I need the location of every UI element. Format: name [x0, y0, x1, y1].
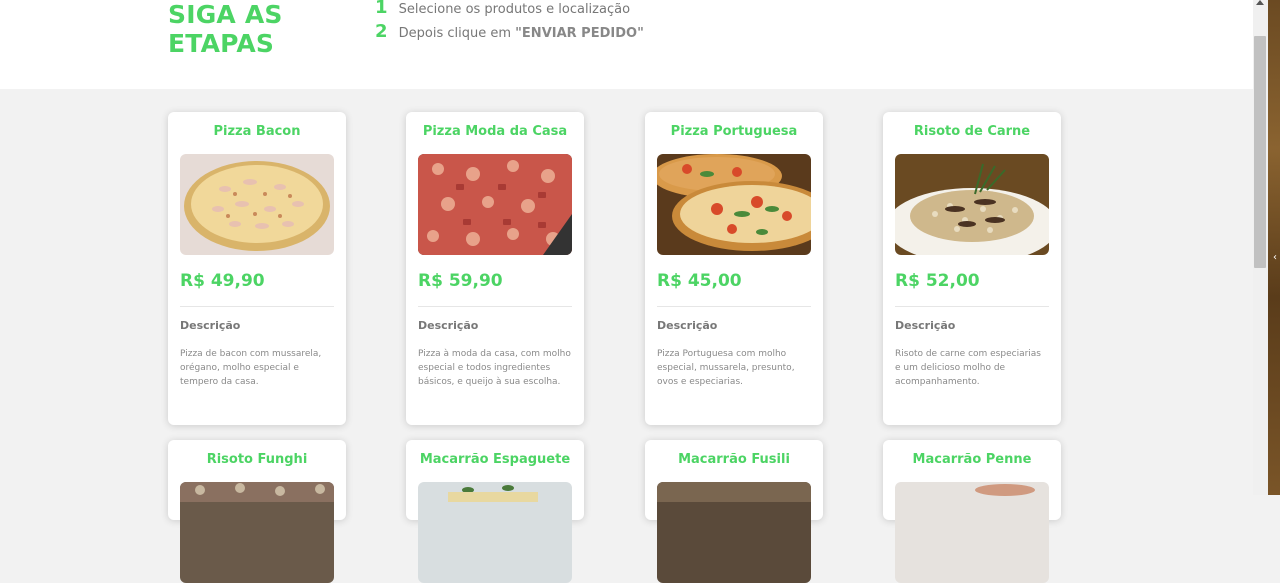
product-name: Macarrão Penne: [912, 452, 1032, 467]
product-description: Risoto de carne com especiarias e um del…: [895, 349, 1041, 387]
product-card[interactable]: Risoto Funghi: [168, 440, 346, 583]
step-1: 1 Selecione os produtos e localização: [375, 0, 630, 18]
product-description: Pizza de bacon com mussarela, orégano, m…: [180, 349, 322, 387]
product-description: Pizza à moda da casa, com molho especial…: [418, 349, 571, 387]
product-image-macarrao-espaguete: [418, 482, 572, 583]
divider: [895, 306, 1049, 307]
product-card[interactable]: Pizza Portuguesa R$ 45,00 Descrição Pizz…: [645, 112, 823, 425]
product-price: R$ 45,00: [657, 271, 742, 291]
description-label: Descrição: [180, 319, 241, 332]
product-card[interactable]: Macarrão Fusili: [645, 440, 823, 583]
product-name: Pizza Portuguesa: [670, 124, 798, 139]
scrollbar-thumb[interactable]: [1254, 36, 1266, 268]
product-card[interactable]: Pizza Bacon R$ 49,90 Descrição Pizza de …: [168, 112, 346, 425]
chevron-left-icon: ‹: [1273, 252, 1277, 263]
step-text-before: Depois clique em: [398, 26, 516, 41]
title-line-1: SIGA AS: [168, 0, 283, 29]
desktop-background-edge: [1268, 0, 1280, 495]
step-number: 1: [375, 0, 388, 18]
product-name: Risoto Funghi: [206, 452, 308, 467]
product-image-pizza-portuguesa: [657, 154, 811, 255]
step-number: 2: [375, 21, 388, 42]
product-price: R$ 52,00: [895, 271, 980, 291]
product-card[interactable]: Macarrão Penne: [883, 440, 1061, 583]
steps-header: SIGA AS ETAPAS 1 Selecione os produtos e…: [0, 0, 1253, 89]
scroll-up-arrow-icon[interactable]: [1256, 0, 1264, 5]
product-image-macarrao-penne: [895, 482, 1049, 583]
description-label: Descrição: [418, 319, 479, 332]
product-name: Macarrão Fusili: [678, 452, 790, 467]
step-text-bold: "ENVIAR PEDIDO": [515, 26, 644, 41]
description-label: Descrição: [657, 319, 718, 332]
product-image-macarrao-fusili: [657, 482, 811, 583]
product-name: Pizza Moda da Casa: [422, 124, 568, 139]
divider: [657, 306, 811, 307]
product-image-pizza-bacon: [180, 154, 334, 255]
step-2: 2 Depois clique em "ENVIAR PEDIDO": [375, 21, 644, 42]
product-image-risoto-de-carne: [895, 154, 1049, 255]
product-description: Pizza Portuguesa com molho especial, mus…: [657, 349, 795, 387]
description-label: Descrição: [895, 319, 956, 332]
divider: [180, 306, 334, 307]
product-image-risoto-funghi: [180, 482, 334, 583]
product-name: Risoto de Carne: [913, 124, 1031, 139]
product-name: Macarrão Espaguete: [419, 452, 571, 467]
product-card[interactable]: Risoto de Carne R$ 52,00 Descrição Risot…: [883, 112, 1061, 425]
step-text: Depois clique em "ENVIAR PEDIDO": [399, 26, 644, 41]
product-price: R$ 49,90: [180, 271, 265, 291]
product-image-pizza-moda-da-casa: [418, 154, 572, 255]
product-name: Pizza Bacon: [213, 124, 301, 139]
product-price: R$ 59,90: [418, 271, 503, 291]
product-card[interactable]: Pizza Moda da Casa R$ 59,90 Descrição Pi…: [406, 112, 584, 425]
page-title: SIGA AS ETAPAS: [168, 0, 283, 58]
step-text: Selecione os produtos e localização: [398, 2, 631, 17]
divider: [418, 306, 572, 307]
product-card[interactable]: Macarrão Espaguete: [406, 440, 584, 583]
title-line-2: ETAPAS: [168, 29, 275, 58]
